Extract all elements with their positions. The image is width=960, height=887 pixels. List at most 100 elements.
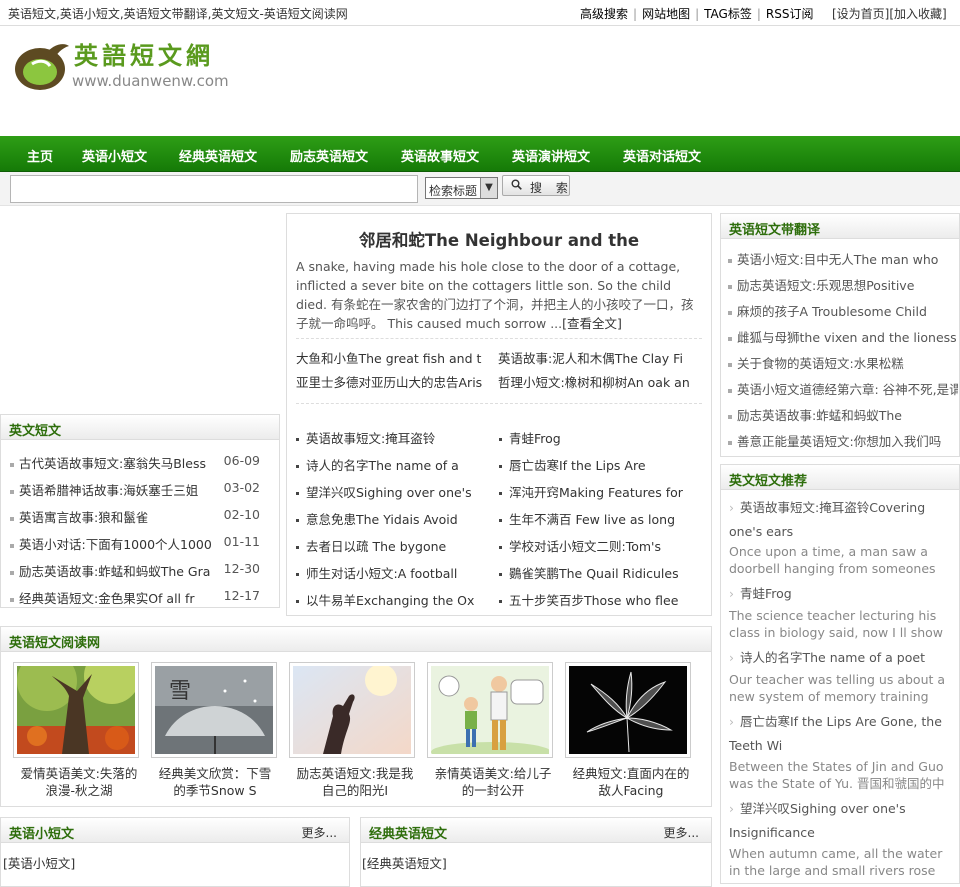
recommended-box: 英文短文推荐 › 英语故事短文:掩耳盗铃Covering one's ears O… xyxy=(720,464,960,884)
chevron-down-icon: ▼ xyxy=(480,178,497,198)
gallery-image[interactable] xyxy=(427,662,553,758)
list-item[interactable]: 雌狐与母狮the vixen and the lioness xyxy=(728,327,958,346)
rec-title[interactable]: › 青蛙Frog xyxy=(729,582,959,606)
gallery-caption[interactable]: 亲情英语美文:给儿子的一封公开 xyxy=(434,765,552,799)
nav-english-short[interactable]: 英语小短文 xyxy=(82,146,147,165)
top-actions: [设为首页][加入收藏] xyxy=(832,5,947,22)
list-item[interactable]: 意怠免患The Yidais Avoid xyxy=(296,509,491,528)
chevron-right-icon: › xyxy=(729,650,734,665)
list-item[interactable]: 青蛙Frog xyxy=(499,428,699,447)
list-item[interactable]: 励志英语故事:蚱蜢和蚂蚁The Gra 12-30 xyxy=(10,561,270,581)
list-item[interactable]: 唇亡齿寒If the Lips Are xyxy=(499,455,699,474)
rec-title[interactable]: › 诗人的名字The name of a poet xyxy=(729,646,959,670)
list-item[interactable]: 励志英语故事:蚱蜢和蚂蚁The xyxy=(728,405,958,424)
nav-classic[interactable]: 经典英语短文 xyxy=(179,146,257,165)
box-title: 英文短文 xyxy=(9,424,62,439)
list-item[interactable]: 望洋兴叹Sighing over one's xyxy=(296,482,491,501)
more-link[interactable]: 更多... xyxy=(302,824,337,841)
search-input[interactable] xyxy=(10,175,418,203)
featured-title[interactable]: 邻居和蛇The Neighbour and the xyxy=(287,227,711,251)
main-nav: 主页 英语小短文 经典英语短文 励志英语短文 英语故事短文 英语演讲短文 英语对… xyxy=(0,136,960,172)
logo-icon[interactable] xyxy=(12,36,72,92)
list-item[interactable]: 生年不满百 Few live as long xyxy=(499,509,699,528)
category-link[interactable]: [经典英语短文] xyxy=(362,853,447,872)
list-item[interactable]: 麻烦的孩子A Troublesome Child xyxy=(728,301,958,320)
top-links: 高级搜索 | 网站地图 | TAG标签 | RSS订阅 xyxy=(580,7,814,21)
list-item[interactable]: 以牛易羊Exchanging the Ox xyxy=(296,590,491,609)
list-item[interactable]: 诗人的名字The name of a xyxy=(296,455,491,474)
chevron-right-icon: › xyxy=(729,586,734,601)
set-home-link[interactable]: [设为首页] xyxy=(832,7,889,21)
logo-text: 英語短文網 xyxy=(74,41,214,70)
list-item[interactable]: 浑沌开窍Making Features for xyxy=(499,482,699,501)
list-item[interactable]: 英语小短文:目中无人The man who xyxy=(728,249,958,268)
nav-speeches[interactable]: 英语演讲短文 xyxy=(512,146,590,165)
featured-article-box: 邻居和蛇The Neighbour and the A snake, havin… xyxy=(286,213,712,616)
rec-desc: Between the States of Jin and Guo was th… xyxy=(729,759,945,791)
list-item[interactable]: 经典英语短文:金色果实Of all fr 12-17 xyxy=(10,588,270,608)
more-link[interactable]: 更多... xyxy=(664,824,699,841)
top-bar: 英语短文,英语小短文,英语短文带翻译,英文短文-英语短文阅读网 高级搜索 | 网站地… xyxy=(0,0,960,26)
list-item[interactable]: 学校对话小短文二则:Tom's xyxy=(499,536,699,555)
list-item[interactable]: 英语小短文道德经第六章: 谷神不死,是谓 xyxy=(728,379,958,398)
category-link[interactable]: [英语小短文] xyxy=(3,853,75,872)
gallery-image[interactable]: 雪 xyxy=(151,662,277,758)
list-item[interactable]: 鷃雀笑鹏The Quail Ridicules xyxy=(499,563,699,582)
nav-dialogues[interactable]: 英语对话短文 xyxy=(623,146,701,165)
list-item[interactable]: 英语小对话:下面有1000个人1000 01-11 xyxy=(10,534,270,554)
image-overlay-text: 雪 xyxy=(169,679,191,704)
rec-title[interactable]: › 望洋兴叹Sighing over one's Insignificance xyxy=(729,797,959,845)
add-favorite-link[interactable]: [加入收藏] xyxy=(889,7,946,21)
chevron-right-icon: › xyxy=(729,500,734,515)
list-item[interactable]: 师生对话小短文:A football xyxy=(296,563,491,582)
rec-desc: When autumn came, all the water in the l… xyxy=(729,846,943,878)
box-title: 英语小短文 xyxy=(9,827,75,842)
search-bar: 检索标题 ▼ 搜 索 xyxy=(0,172,960,206)
advanced-search-link[interactable]: 高级搜索 xyxy=(580,7,628,21)
list-item[interactable]: 英语故事短文:掩耳盗铃 xyxy=(296,428,491,447)
site-title-text: 英语短文,英语小短文,英语短文带翻译,英文短文-英语短文阅读网 xyxy=(8,7,348,21)
rec-title[interactable]: › 英语故事短文:掩耳盗铃Covering one's ears xyxy=(729,496,959,544)
headline-link[interactable]: 哲理小短文:橡树和柳树An oak an xyxy=(498,372,693,391)
list-item[interactable]: 关于食物的英语短文:水果松糕 xyxy=(728,353,958,372)
rss-link[interactable]: RSS订阅 xyxy=(766,7,814,21)
classic-english-box: 经典英语短文 更多... [经典英语短文] xyxy=(360,817,712,887)
list-item[interactable]: 古代英语故事短文:塞翁失马Bless 06-09 xyxy=(10,453,270,473)
search-type-select[interactable]: 检索标题 ▼ xyxy=(425,177,498,199)
box-title: 英文短文推荐 xyxy=(729,474,808,489)
sitemap-link[interactable]: 网站地图 xyxy=(642,7,690,21)
translated-articles-box: 英语短文带翻译 英语小短文:目中无人The man who 励志英语短文:乐观思… xyxy=(720,213,960,457)
list-item[interactable]: 励志英语短文:乐观思想Positive xyxy=(728,275,958,294)
headline-link[interactable]: 亚里士多德对亚历山大的忠告Aris xyxy=(296,372,486,391)
gallery-caption[interactable]: 爱情英语美文:失落的浪漫-秋之湖 xyxy=(20,765,138,799)
english-short-box: 英语小短文 更多... [英语小短文] xyxy=(0,817,350,887)
search-button[interactable]: 搜 索 xyxy=(502,175,570,196)
featured-summary: A snake, having made his hole close to t… xyxy=(296,259,694,331)
nav-inspirational[interactable]: 励志英语短文 xyxy=(290,146,368,165)
gallery-image[interactable] xyxy=(565,662,691,758)
divider xyxy=(296,403,702,404)
list-item[interactable]: 英语寓言故事:狼和鬣雀 02-10 xyxy=(10,507,270,527)
list-item[interactable]: 去者日以疏 The bygone xyxy=(296,536,491,555)
headline-link[interactable]: 英语故事:泥人和木偶The Clay Fi xyxy=(498,348,693,367)
gallery-caption[interactable]: 励志英语短文:我是我自己的阳光I xyxy=(296,765,414,799)
headline-link[interactable]: 大鱼和小鱼The great fish and t xyxy=(296,348,486,367)
rec-title[interactable]: › 唇亡齿寒If the Lips Are Gone, the Teeth Wi xyxy=(729,710,959,758)
divider xyxy=(296,338,702,339)
list-item[interactable]: 善意正能量英语短文:你想加入我们吗 xyxy=(728,431,958,450)
list-item[interactable]: 英语希腊神话故事:海妖塞壬三姐 03-02 xyxy=(10,480,270,500)
box-title: 英语短文带翻译 xyxy=(729,223,821,238)
gallery-caption[interactable]: 经典短文:直面内在的敌人Facing xyxy=(572,765,690,799)
nav-stories[interactable]: 英语故事短文 xyxy=(401,146,479,165)
box-title: 经典英语短文 xyxy=(369,827,448,842)
search-type-value: 检索标题 xyxy=(429,184,478,198)
gallery-image[interactable] xyxy=(289,662,415,758)
list-item[interactable]: 五十步笑百步Those who flee xyxy=(499,590,699,609)
gallery-caption[interactable]: 经典美文欣赏：下雪的季节Snow S xyxy=(156,765,274,799)
search-icon xyxy=(511,179,522,190)
read-more-link[interactable]: [查看全文] xyxy=(562,316,622,331)
nav-home[interactable]: 主页 xyxy=(27,146,53,165)
tag-link[interactable]: TAG标签 xyxy=(704,7,752,21)
chevron-right-icon: › xyxy=(729,714,734,729)
gallery-image[interactable] xyxy=(13,662,139,758)
